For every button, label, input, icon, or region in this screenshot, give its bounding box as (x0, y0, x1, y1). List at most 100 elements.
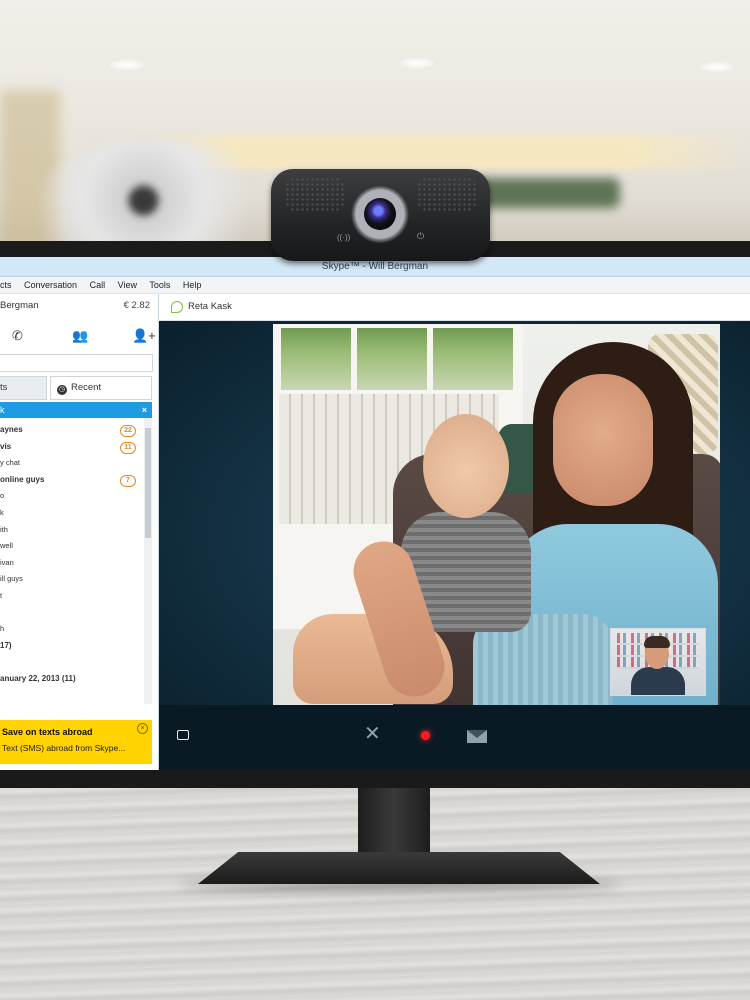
contact-list-item-label: ith (0, 524, 8, 534)
action-bar: ✆ 👥 👤+ (0, 322, 158, 350)
group-icon[interactable]: 👥 (72, 328, 88, 344)
mail-icon[interactable] (467, 730, 487, 743)
contact-list: aynes 22 vis 11 y chat online guys 7 o k ith well i… (0, 422, 144, 702)
contact-list-scrollbar[interactable] (144, 418, 152, 704)
window-title: Skype™ - Will Bergman (321, 261, 429, 272)
contact-list-item-label: anuary 22, 2013 (11) (0, 673, 76, 683)
menu-contacts[interactable]: cts (0, 280, 12, 290)
tab-recent[interactable]: ◷ Recent (50, 376, 152, 400)
menu-view[interactable]: View (118, 280, 137, 290)
self-body (631, 667, 685, 695)
contact-list-item[interactable]: ith (0, 522, 144, 539)
contact-list-item[interactable]: vis 11 (0, 439, 144, 456)
window-pane (281, 328, 351, 390)
webcam-grille (417, 177, 477, 211)
contact-list-item[interactable]: o (0, 488, 144, 505)
webcam-lens-ring (351, 185, 409, 243)
camera-lens-icon (364, 198, 396, 230)
contact-list-item[interactable]: h (0, 621, 144, 638)
remote-video (273, 324, 720, 706)
sidebar: Bergman € 2.82 ✆ 👥 👤+ ts ◷ Recent k × ayn… (0, 294, 159, 770)
contact-list-item-label: o (0, 491, 5, 501)
record-icon[interactable] (421, 731, 430, 740)
menu-conversation[interactable]: Conversation (24, 280, 77, 290)
contact-list-item-label: vis (0, 441, 12, 451)
contact-list-item-label: ill guys (0, 574, 23, 584)
promo-title: Save on texts abroad (2, 727, 93, 737)
ceiling-light (400, 58, 434, 68)
self-hair (644, 636, 670, 648)
contact-list-item[interactable]: well (0, 538, 144, 555)
webcam-grille (285, 177, 345, 211)
contact-list-item-label: k (0, 507, 4, 517)
conversation-contact-name[interactable]: Reta Kask (188, 301, 232, 312)
search-input[interactable] (0, 354, 153, 372)
scrollbar-thumb[interactable] (145, 428, 151, 538)
monitor-stand-base (198, 852, 600, 884)
unread-count-badge: 11 (120, 441, 136, 454)
call-controls-bar: ✕ (159, 705, 750, 770)
webcam: ((·)) ⏻ (271, 169, 490, 261)
account-bar: Bergman € 2.82 (0, 300, 158, 314)
chat-bubble-icon (171, 301, 183, 313)
promo-banner[interactable]: Save on texts abroad Text (SMS) abroad f… (0, 720, 152, 764)
add-contact-icon[interactable]: 👤+ (132, 328, 156, 344)
tab-contacts-label: ts (0, 382, 8, 393)
video-call-area (159, 321, 750, 706)
baby-head (423, 414, 509, 518)
contact-list-item[interactable]: y chat (0, 455, 144, 472)
window-pane (433, 328, 513, 390)
clock-icon: ◷ (57, 385, 67, 395)
contact-list-item[interactable]: k (0, 505, 144, 522)
blurred-lamp (40, 140, 270, 250)
menu-tools[interactable]: Tools (149, 280, 170, 290)
tab-contacts[interactable]: ts (0, 376, 47, 400)
ceiling-light (110, 60, 144, 70)
selected-contact-label: k (0, 405, 5, 415)
contact-list-item[interactable] (0, 688, 144, 703)
menu-call[interactable]: Call (90, 280, 106, 290)
contact-list-item-label: y chat (0, 458, 21, 468)
contact-list-item[interactable] (0, 605, 144, 622)
account-credit[interactable]: € 2.82 (124, 300, 150, 311)
self-view-video[interactable] (610, 628, 706, 696)
close-icon[interactable]: × (142, 402, 147, 418)
tab-recent-label: Recent (71, 382, 102, 393)
contact-list-item-label: aynes (0, 425, 23, 434)
phone-icon[interactable]: ✆ (12, 328, 23, 344)
selected-contact[interactable]: k × (0, 402, 152, 418)
contact-list-item[interactable]: ill guys (0, 571, 144, 588)
contact-list-item[interactable]: ivan (0, 555, 144, 572)
contact-list-item-label: h (0, 624, 5, 634)
contact-list-item-label: t (0, 590, 3, 600)
contact-list-item[interactable]: t (0, 588, 144, 605)
contact-list-item-label: 17) (0, 640, 12, 650)
contact-list-item-label: online guys (0, 474, 45, 484)
menu-help[interactable]: Help (183, 280, 202, 290)
ceiling-light (700, 62, 734, 72)
contact-list-item[interactable]: aynes 22 (0, 422, 144, 439)
contact-list-item[interactable]: anuary 22, 2013 (11) (0, 671, 144, 688)
promo-text: Text (SMS) abroad from Skype... (2, 743, 126, 753)
account-name[interactable]: Bergman (0, 300, 39, 311)
monitor-stand-neck (358, 788, 430, 858)
hangup-icon[interactable]: ✕ (364, 721, 381, 746)
window-pane (357, 328, 427, 390)
monitor-screen: Skype™ - Will Bergman cts Conversation C… (0, 257, 750, 770)
woman-face (553, 374, 653, 506)
contact-list-item[interactable] (0, 654, 144, 671)
close-icon[interactable]: × (137, 723, 148, 734)
unread-count-badge: 7 (120, 474, 136, 487)
contact-list-item-label: ivan (0, 557, 14, 567)
power-icon: ⏻ (417, 231, 425, 241)
contact-tabs: ts ◷ Recent (0, 376, 158, 400)
contact-list-item[interactable]: online guys 7 (0, 472, 144, 489)
blurred-plant (470, 178, 620, 208)
menu-bar: cts Conversation Call View Tools Help (0, 277, 750, 294)
video-icon[interactable] (177, 730, 189, 740)
microphone-icon: ((·)) (337, 233, 351, 242)
contact-list-item[interactable]: 17) (0, 638, 144, 655)
unread-count-badge: 22 (120, 425, 136, 437)
contact-list-item-label: well (0, 541, 13, 551)
conversation-header: Reta Kask (159, 294, 750, 321)
